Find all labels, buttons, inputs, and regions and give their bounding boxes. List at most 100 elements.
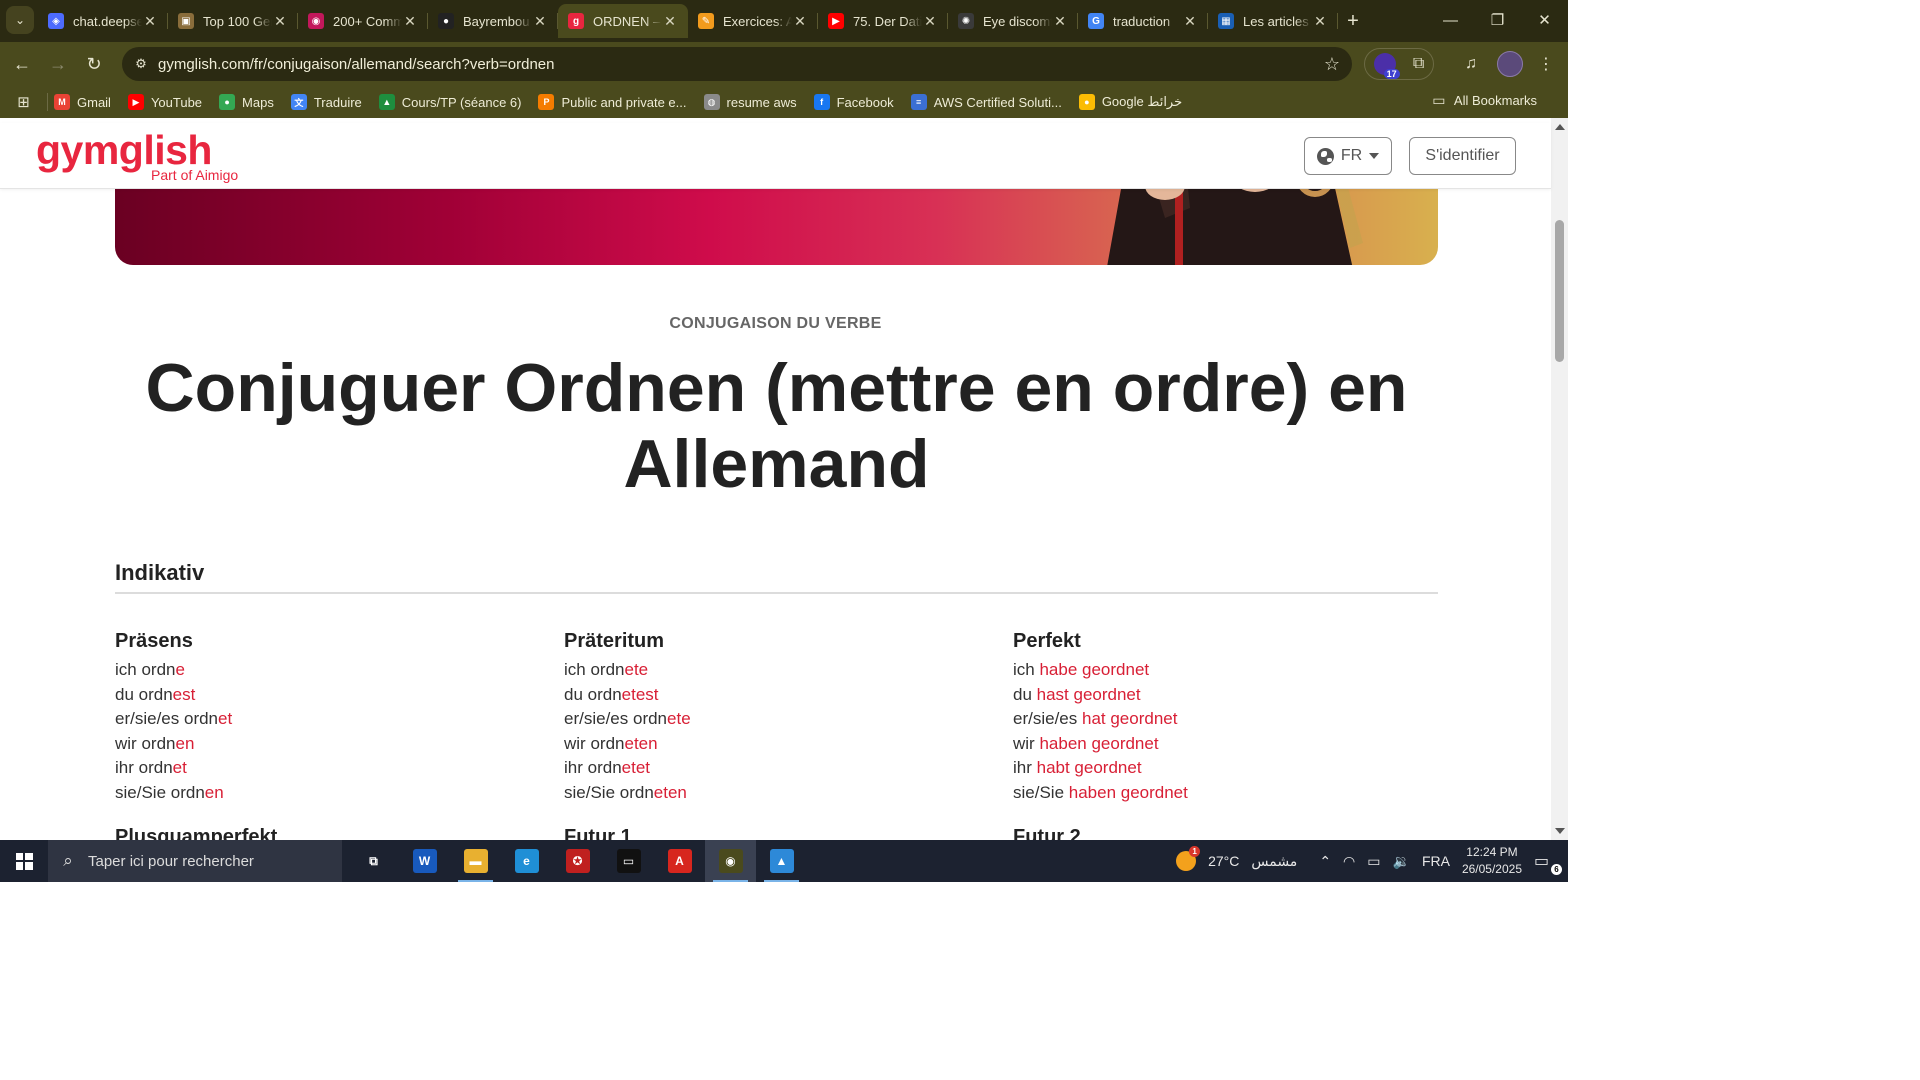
close-tab-icon[interactable]: ✕ bbox=[1312, 13, 1328, 30]
tab-search-button[interactable]: ⌄ bbox=[6, 6, 34, 34]
bookmark-item[interactable]: ▲ Cours/TP (séance 6) bbox=[378, 94, 521, 110]
taskbar-app[interactable]: ✪ bbox=[552, 840, 603, 882]
close-window-icon[interactable]: ✕ bbox=[1521, 0, 1568, 40]
close-tab-icon[interactable]: ✕ bbox=[792, 13, 808, 30]
taskbar-app[interactable]: ▬ bbox=[450, 840, 501, 882]
browser-tab[interactable]: ▶ 75. Der Dativ ✕ bbox=[818, 4, 948, 38]
pronoun: du bbox=[115, 684, 139, 704]
taskbar-search-placeholder: Taper ici pour rechercher bbox=[88, 852, 254, 870]
bookmark-item[interactable]: ◍ resume aws bbox=[703, 94, 797, 110]
browser-tab[interactable]: ◈ chat.deepseek.com✕ bbox=[38, 4, 168, 38]
bookmark-item[interactable]: ≡ AWS Certified Soluti... bbox=[910, 94, 1062, 110]
conjugation-row: er/sie/es ordnet bbox=[115, 707, 555, 732]
browser-tab[interactable]: ▣ Top 100 German✕ bbox=[168, 4, 298, 38]
all-bookmarks-button[interactable]: ▭ All Bookmarks bbox=[1431, 92, 1537, 108]
reload-button[interactable]: ↻ bbox=[76, 46, 112, 82]
close-tab-icon[interactable]: ✕ bbox=[272, 13, 288, 30]
tray-chevron-icon[interactable]: ⌃ bbox=[1319, 853, 1331, 870]
volume-icon[interactable]: 🔉 bbox=[1393, 853, 1410, 870]
verb-ending: habt geordnet bbox=[1036, 758, 1142, 777]
address-bar[interactable]: ⚙ gymglish.com/fr/conjugaison/allemand/s… bbox=[122, 47, 1352, 81]
forward-button[interactable]: → bbox=[40, 46, 76, 82]
close-tab-icon[interactable]: ✕ bbox=[1052, 13, 1068, 30]
clock[interactable]: 12:24 PM 26/05/2025 bbox=[1462, 844, 1522, 878]
close-tab-icon[interactable]: ✕ bbox=[662, 13, 678, 30]
taskbar-app[interactable]: W bbox=[399, 840, 450, 882]
taskbar-app[interactable]: ◉ bbox=[705, 840, 756, 882]
bookmark-item[interactable]: ▶ YouTube bbox=[127, 94, 203, 110]
taskbar-app[interactable]: ⧉ bbox=[348, 840, 399, 882]
input-language[interactable]: FRA bbox=[1422, 853, 1450, 869]
taskbar-app[interactable]: A bbox=[654, 840, 705, 882]
weather-temp[interactable]: 27°C bbox=[1208, 853, 1239, 869]
verb-ending: eten bbox=[624, 733, 658, 753]
more-menu-icon[interactable]: ⋮ bbox=[1534, 50, 1558, 78]
bookmark-label: YouTube bbox=[150, 94, 203, 110]
bookmark-item[interactable]: P Public and private e... bbox=[538, 94, 687, 110]
browser-tab[interactable]: ✎ Exercices: Allemand✕ bbox=[688, 4, 818, 38]
wifi-icon[interactable]: ◠ bbox=[1343, 853, 1355, 870]
bookmark-item[interactable]: M Gmail bbox=[54, 94, 111, 110]
mood-heading: Indikativ bbox=[115, 560, 205, 585]
bookmark-item[interactable]: f Facebook bbox=[813, 94, 894, 110]
bookmark-star-icon[interactable]: ☆ bbox=[1312, 54, 1352, 75]
scroll-down-icon[interactable] bbox=[1555, 828, 1565, 834]
verb-ending: est bbox=[172, 684, 196, 704]
back-button[interactable]: ← bbox=[4, 46, 40, 82]
all-bookmarks-label: All Bookmarks bbox=[1453, 92, 1537, 108]
browser-tab[interactable]: Gtraduction ✕ bbox=[1078, 4, 1208, 38]
verb-stem: ordn bbox=[138, 758, 173, 777]
verb-stem: ordn bbox=[141, 733, 176, 753]
browser-tab[interactable]: g ORDNEN – Conjugaison✕ bbox=[558, 4, 688, 38]
site-info-icon[interactable]: ⚙ bbox=[124, 56, 158, 72]
weather-condition[interactable]: مشمس bbox=[1251, 853, 1297, 870]
close-tab-icon[interactable]: ✕ bbox=[142, 13, 158, 30]
new-tab-button[interactable]: + bbox=[1338, 4, 1368, 38]
apps-grid-icon[interactable]: ⊞ bbox=[0, 93, 48, 111]
start-button[interactable] bbox=[0, 840, 48, 882]
conjugation-row: ihr ordnetet bbox=[564, 756, 1004, 781]
system-tray: 1 27°C مشمس ⌃ ◠ ▭ 🔉 FRA 12:24 PM 26/05/2… bbox=[1176, 840, 1568, 882]
chevron-down-icon: ⌄ bbox=[14, 13, 26, 27]
scroll-thumb[interactable] bbox=[1555, 220, 1564, 362]
media-control-icon[interactable]: ♫ bbox=[1458, 50, 1484, 78]
url-text[interactable]: gymglish.com/fr/conjugaison/allemand/sea… bbox=[158, 56, 1312, 73]
github-icon: ● bbox=[438, 13, 454, 29]
gymglish-logo[interactable]: gymglish Part of Aimigo bbox=[36, 127, 256, 187]
profile-avatar[interactable] bbox=[1496, 50, 1524, 78]
taskbar-search[interactable]: ⌕ Taper ici pour rechercher bbox=[48, 840, 342, 882]
page-scrollbar[interactable] bbox=[1551, 118, 1568, 840]
battery-icon[interactable]: ▭ bbox=[1367, 853, 1380, 870]
browser-tab[interactable]: ✺ Eye discomfort✕ bbox=[948, 4, 1078, 38]
bookmark-label: AWS Certified Soluti... bbox=[933, 94, 1062, 110]
restore-icon[interactable]: ❐ bbox=[1474, 0, 1521, 40]
taskbar-app[interactable]: ▭ bbox=[603, 840, 654, 882]
taskbar-app[interactable]: ▲ bbox=[756, 840, 807, 882]
verb-ending: en bbox=[175, 733, 195, 753]
login-button[interactable]: S'identifier bbox=[1409, 137, 1516, 175]
bookmark-item[interactable]: 文 Traduire bbox=[290, 94, 362, 110]
close-tab-icon[interactable]: ✕ bbox=[1182, 13, 1198, 30]
extension-icon[interactable]: 17 bbox=[1373, 53, 1400, 79]
browser-tab[interactable]: ◉ 200+ Common✕ bbox=[298, 4, 428, 38]
taskbar-app[interactable]: e bbox=[501, 840, 552, 882]
scroll-up-icon[interactable] bbox=[1555, 124, 1565, 130]
bookmark-item[interactable]: ● Google خرائط bbox=[1078, 94, 1182, 110]
bookmark-item[interactable]: ● Maps bbox=[219, 94, 274, 110]
weather-icon[interactable]: 1 bbox=[1176, 846, 1201, 871]
minimize-icon[interactable]: — bbox=[1427, 0, 1474, 40]
gymglish-icon: g bbox=[568, 13, 584, 29]
notification-icon[interactable]: ▭ 6 bbox=[1534, 851, 1562, 875]
verb-stem: ordn bbox=[590, 733, 625, 753]
browser-tab[interactable]: ▦ Les articles ✕ bbox=[1208, 4, 1338, 38]
browser-toolbar: ← → ↻ ⚙ gymglish.com/fr/conjugaison/alle… bbox=[0, 42, 1568, 86]
browser-tab[interactable]: ● Bayrembou ✕ bbox=[428, 4, 558, 38]
close-tab-icon[interactable]: ✕ bbox=[532, 13, 548, 30]
close-tab-icon[interactable]: ✕ bbox=[402, 13, 418, 30]
page-viewport: gymglish Part of Aimigo FR S'identifier … bbox=[0, 118, 1568, 840]
close-tab-icon[interactable]: ✕ bbox=[922, 13, 938, 30]
conjugation-row: ich ordne bbox=[115, 658, 555, 683]
language-selector[interactable]: FR bbox=[1304, 137, 1392, 175]
youtube-icon: ▶ bbox=[828, 13, 844, 29]
puzzle-icon[interactable]: ⧉ bbox=[1413, 55, 1424, 73]
